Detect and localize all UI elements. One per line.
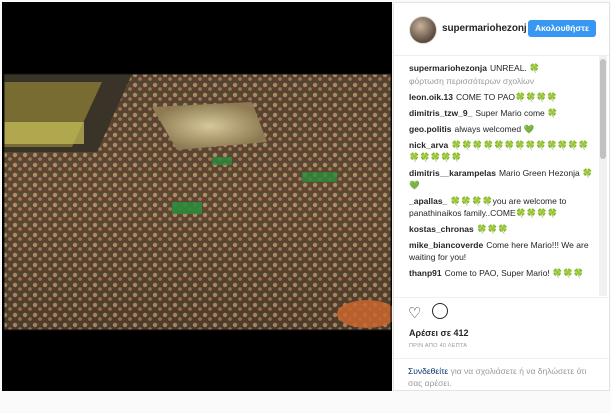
- comment: thanp91 Come to PAO, Super Mario! 🍀🍀🍀: [409, 267, 598, 279]
- comment-text: UNREAL.: [489, 63, 527, 73]
- avatar[interactable]: [409, 16, 437, 44]
- comments-scrollbar[interactable]: [599, 56, 607, 296]
- green-heart-icon: 💚: [523, 124, 535, 134]
- comment: mike_biancoverde Come here Mario!!! We ar…: [409, 239, 598, 263]
- post-timestamp: ΠΡΙΝ ΑΠΟ 40 ΛΕΠΤΑ: [409, 343, 468, 349]
- post-image[interactable]: [2, 2, 392, 391]
- comment: kostas_chronas 🍀🍀🍀: [409, 223, 598, 235]
- comment-text: Super Mario come 🍀: [475, 108, 558, 118]
- comment-user[interactable]: mike_biancoverde: [409, 240, 483, 250]
- comment: geo.politis always welcomed 💚: [409, 123, 598, 135]
- comment: leon.oik.13 COME TO PAO🍀🍀🍀🍀: [409, 91, 598, 103]
- post-sidebar: supermariohezonj Ακολουθήστε supermarioh…: [393, 2, 610, 391]
- comment-user[interactable]: dimitris__karampelas: [409, 168, 496, 178]
- post-header: supermariohezonj Ακολουθήστε: [394, 3, 609, 56]
- comment-text: 🍀🍀🍀: [476, 224, 509, 234]
- follow-button[interactable]: Ακολουθήστε: [528, 20, 596, 37]
- comment-user[interactable]: _apallas_: [409, 196, 447, 206]
- login-prompt: Συνδεθείτε για να σχολιάσετε ή να δηλώσε…: [394, 358, 609, 392]
- comment-bubble-icon[interactable]: [432, 303, 448, 319]
- clover-icon: 🍀: [529, 63, 540, 73]
- author-username[interactable]: supermariohezonj: [442, 23, 527, 34]
- comment-user[interactable]: leon.oik.13: [409, 92, 453, 102]
- post-modal: supermariohezonj Ακολουθήστε supermarioh…: [0, 0, 611, 413]
- comment-list: supermariohezonja UNREAL. 🍀 φόρτωση περισ…: [394, 56, 598, 296]
- comment: _apallas_ 🍀🍀🍀🍀you are welcome to panathin…: [409, 195, 598, 219]
- caption: supermariohezonja UNREAL. 🍀 φόρτωση περισ…: [409, 62, 598, 87]
- comment-user[interactable]: dimitris_tzw_9_: [409, 108, 472, 118]
- comment-user[interactable]: kostas_chronas: [409, 224, 474, 234]
- like-count[interactable]: Αρέσει σε 412: [409, 328, 469, 338]
- post-actions: ♡ Αρέσει σε 412 ΠΡΙΝ ΑΠΟ 40 ΛΕΠΤΑ: [394, 297, 609, 358]
- comment-text: COME TO PAO🍀🍀🍀🍀: [455, 92, 558, 102]
- comment: dimitris_tzw_9_ Super Mario come 🍀: [409, 107, 598, 119]
- comment: nick_arva 🍀🍀🍀🍀🍀🍀🍀🍀🍀🍀🍀🍀🍀🍀🍀🍀🍀🍀: [409, 139, 598, 163]
- comment-user[interactable]: geo.politis: [409, 124, 452, 134]
- comment-user[interactable]: nick_arva: [409, 140, 448, 150]
- like-heart-icon[interactable]: ♡: [408, 304, 421, 322]
- comment: dimitris__karampelas Mario Green Hezonja …: [409, 167, 598, 191]
- comment-user[interactable]: thanp91: [409, 268, 442, 278]
- scrollbar-thumb[interactable]: [600, 59, 606, 159]
- comment-text: always welcomed: [454, 124, 522, 134]
- arena-photo: [2, 2, 392, 391]
- load-more-comments[interactable]: φόρτωση περισσότερων σχολίων: [409, 75, 598, 87]
- comment-user[interactable]: supermariohezonja: [409, 63, 487, 73]
- login-link[interactable]: Συνδεθείτε: [408, 366, 448, 376]
- comment-text: Come to PAO, Super Mario! 🍀🍀🍀: [444, 268, 584, 278]
